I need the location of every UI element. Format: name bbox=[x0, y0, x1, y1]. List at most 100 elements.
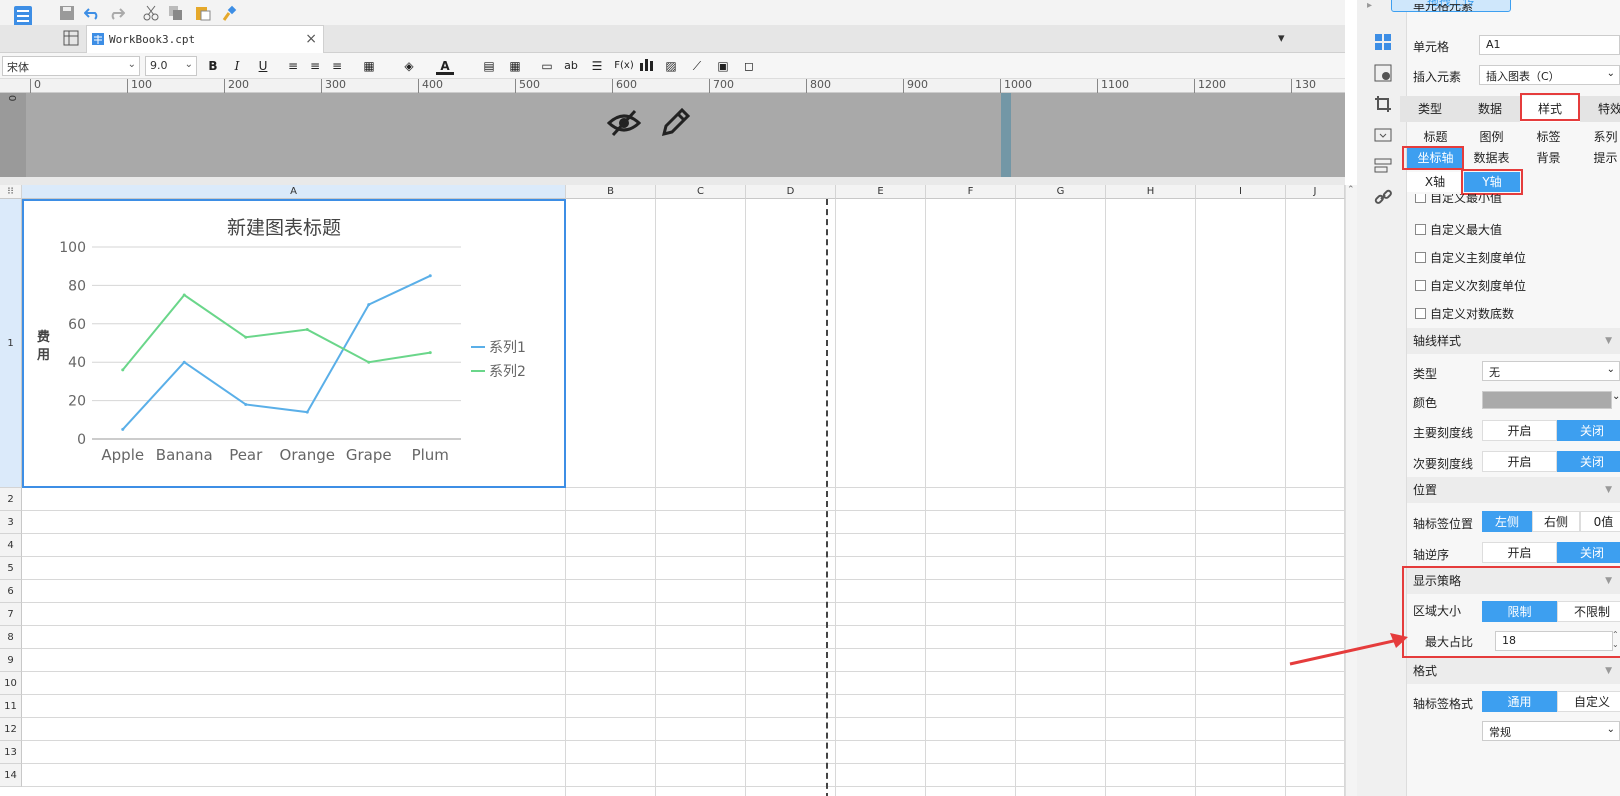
hyperlink-icon[interactable] bbox=[1374, 188, 1392, 206]
label-position-zero[interactable]: 0值 bbox=[1580, 511, 1620, 532]
text-ab-button[interactable]: ab bbox=[562, 57, 580, 75]
column-header-h[interactable]: H bbox=[1106, 185, 1196, 199]
subtab-background[interactable]: 背景 bbox=[1520, 148, 1577, 168]
bold-button[interactable]: B bbox=[204, 57, 222, 75]
chart-point[interactable] bbox=[121, 427, 125, 431]
paragraph-icon[interactable]: ☰ bbox=[588, 57, 606, 75]
underline-button[interactable]: U bbox=[254, 57, 272, 75]
label-position-right[interactable]: 右侧 bbox=[1532, 511, 1580, 532]
subtab-label[interactable]: 标签 bbox=[1520, 127, 1577, 147]
row-header-4[interactable]: 4 bbox=[0, 534, 22, 557]
copy-icon[interactable] bbox=[167, 4, 185, 22]
chart-point[interactable] bbox=[428, 351, 432, 355]
tab-effects[interactable]: 特效 bbox=[1580, 96, 1620, 122]
chart-point[interactable] bbox=[182, 293, 186, 297]
line-chart[interactable]: 新建图表标题 费 用 0 20 40 60 80 100 Apple Banana Pear Or… bbox=[24, 201, 564, 486]
axis-color-swatch[interactable] bbox=[1482, 391, 1612, 409]
tab-close-icon[interactable]: × bbox=[305, 31, 317, 47]
sheet-grid-icon[interactable] bbox=[63, 30, 79, 46]
checkbox-log-base[interactable]: 自定义对数底数 bbox=[1415, 305, 1514, 322]
save-icon[interactable] bbox=[58, 4, 76, 22]
insert-image-icon[interactable]: ▨ bbox=[662, 57, 680, 75]
cell-element-icon[interactable] bbox=[1374, 33, 1392, 51]
chart-point[interactable] bbox=[367, 303, 371, 307]
tab-data[interactable]: 数据 bbox=[1460, 96, 1520, 122]
row-header-7[interactable]: 7 bbox=[0, 603, 22, 626]
insert-sub-report-icon[interactable]: ▣ bbox=[714, 57, 732, 75]
column-header-d[interactable]: D bbox=[746, 185, 836, 199]
chart-title[interactable]: 新建图表标题 bbox=[227, 217, 341, 239]
hide-eye-icon[interactable] bbox=[606, 107, 642, 142]
align-left-icon[interactable]: ≡ bbox=[284, 57, 302, 75]
chart-series-line-1[interactable] bbox=[122, 274, 431, 431]
section-position[interactable]: 位置 ▼ bbox=[1407, 477, 1620, 503]
column-header-f[interactable]: F bbox=[926, 185, 1016, 199]
axis-reverse-on[interactable]: 开启 bbox=[1482, 542, 1557, 563]
merge-cells-icon[interactable]: ▤ bbox=[480, 57, 498, 75]
format-brush-icon[interactable] bbox=[220, 4, 238, 22]
insert-chart-icon[interactable] bbox=[638, 57, 656, 75]
chart-point[interactable] bbox=[305, 410, 309, 414]
row-header-8[interactable]: 8 bbox=[0, 626, 22, 649]
chart-series-line-2[interactable] bbox=[121, 293, 431, 371]
fill-color-icon[interactable]: ◈ bbox=[400, 57, 418, 75]
spreadsheet-grid[interactable]: ⁝⁝ ABCDEFGHIJ 1 2 3 4 5 6 7 8 9 10 11 12 13 14 新建图表标题… bbox=[0, 185, 1345, 796]
major-tick-off[interactable]: 关闭 bbox=[1557, 420, 1620, 441]
expand-arrow-icon[interactable]: ▸ bbox=[1367, 0, 1381, 14]
row-header-11[interactable]: 11 bbox=[0, 695, 22, 718]
italic-button[interactable]: I bbox=[228, 57, 246, 75]
subtab-title[interactable]: 标题 bbox=[1407, 127, 1464, 147]
chevron-down-icon[interactable]: ⌄ bbox=[1612, 391, 1620, 409]
redo-icon[interactable] bbox=[108, 4, 126, 22]
column-header-g[interactable]: G bbox=[1016, 185, 1106, 199]
border-icon[interactable]: ▦ bbox=[360, 57, 378, 75]
cell-field[interactable]: A1 bbox=[1479, 35, 1620, 55]
tab-workbook3[interactable]: WorkBook3.cpt × bbox=[86, 25, 324, 53]
section-axis-style[interactable]: 轴线样式 ▼ bbox=[1407, 328, 1620, 354]
row-header-2[interactable]: 2 bbox=[0, 488, 22, 511]
edit-pencil-icon[interactable] bbox=[658, 106, 691, 143]
chart-element[interactable]: 新建图表标题 费 用 0 20 40 60 80 100 Apple Banana Pear Or… bbox=[22, 199, 566, 488]
x-axis-tab[interactable]: X轴 bbox=[1407, 172, 1463, 192]
checkbox-major-unit[interactable]: 自定义主刻度单位 bbox=[1415, 249, 1526, 266]
chart-point[interactable] bbox=[367, 360, 371, 364]
column-header-e[interactable]: E bbox=[836, 185, 926, 199]
font-family-select[interactable]: 宋体 ⌄ bbox=[2, 56, 140, 76]
label-format-general[interactable]: 通用 bbox=[1482, 691, 1557, 712]
row-header-10[interactable]: 10 bbox=[0, 672, 22, 695]
row-header-12[interactable]: 12 bbox=[0, 718, 22, 741]
condition-attribute-icon[interactable] bbox=[1374, 157, 1392, 175]
checkbox-custom-max[interactable]: 自定义最大值 bbox=[1415, 221, 1502, 238]
row-header-13[interactable]: 13 bbox=[0, 741, 22, 764]
subtab-tooltip[interactable]: 提示 bbox=[1577, 148, 1620, 168]
chart-point[interactable] bbox=[305, 328, 309, 332]
format-type-select[interactable]: 常规 ⌄ bbox=[1482, 721, 1620, 741]
checkbox-minor-unit[interactable]: 自定义次刻度单位 bbox=[1415, 277, 1526, 294]
chart-point[interactable] bbox=[244, 402, 248, 406]
minor-tick-off[interactable]: 关闭 bbox=[1557, 451, 1620, 472]
paste-icon[interactable] bbox=[194, 4, 212, 22]
subtab-datasheet[interactable]: 数据表 bbox=[1463, 148, 1520, 168]
label-format-custom[interactable]: 自定义 bbox=[1557, 691, 1620, 712]
row-header-6[interactable]: 6 bbox=[0, 580, 22, 603]
insert-row-icon[interactable]: ▭ bbox=[538, 57, 556, 75]
chart-point[interactable] bbox=[244, 335, 248, 339]
crop-icon[interactable] bbox=[1374, 95, 1392, 113]
collapse-ribbon-icon[interactable]: ▾ bbox=[1278, 31, 1285, 46]
minor-tick-on[interactable]: 开启 bbox=[1482, 451, 1557, 472]
undo-icon[interactable] bbox=[83, 4, 101, 22]
chart-point[interactable] bbox=[428, 274, 432, 278]
font-color-icon[interactable]: A bbox=[436, 57, 454, 75]
align-center-icon[interactable]: ≡ bbox=[306, 57, 324, 75]
cell-attribute-icon[interactable] bbox=[1374, 64, 1392, 82]
column-header-c[interactable]: C bbox=[656, 185, 746, 199]
row-header-3[interactable]: 3 bbox=[0, 511, 22, 534]
legend-label[interactable]: 系列2 bbox=[489, 364, 526, 380]
vertical-scrollbar[interactable]: ⌃ bbox=[1345, 185, 1357, 796]
slash-icon[interactable]: ⟋ bbox=[688, 57, 706, 75]
align-right-icon[interactable]: ≡ bbox=[328, 57, 346, 75]
row-header-1[interactable]: 1 bbox=[0, 199, 22, 488]
chart-point[interactable] bbox=[121, 368, 125, 372]
scroll-up-icon[interactable]: ⌃ bbox=[1347, 185, 1355, 195]
float-element-icon[interactable]: ◻ bbox=[740, 57, 758, 75]
